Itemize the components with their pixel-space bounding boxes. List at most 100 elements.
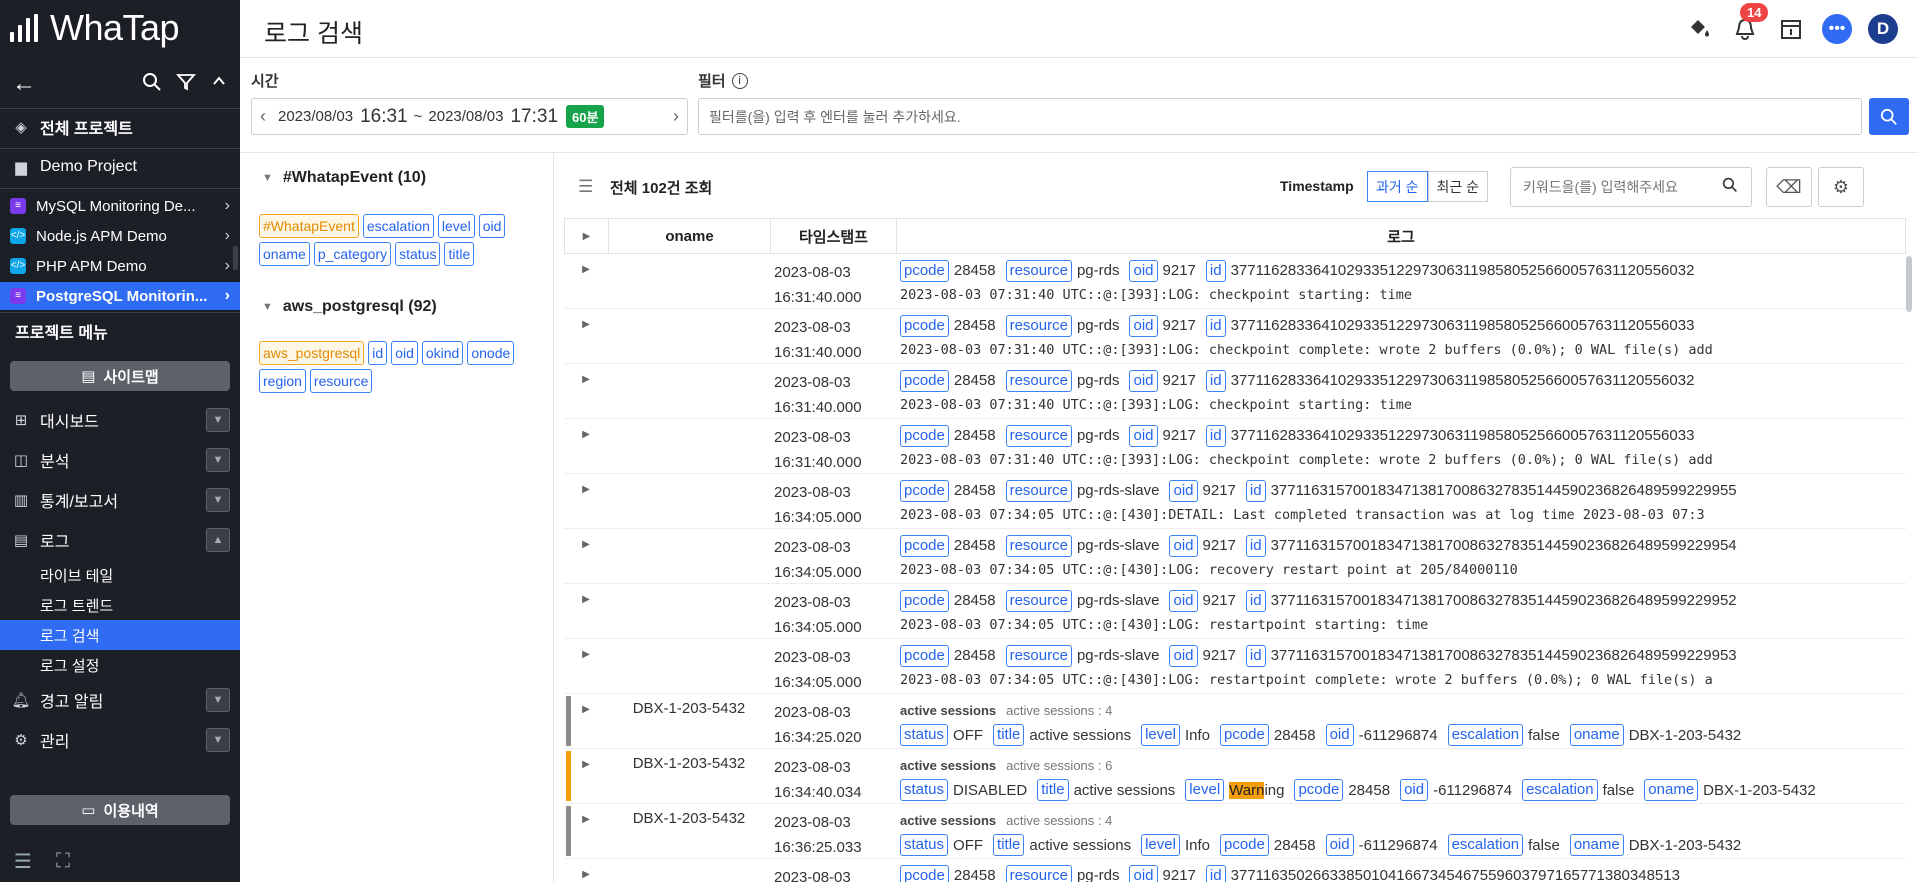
search-button[interactable]: [1869, 98, 1909, 135]
field-group-header[interactable]: ▼ #WhatapEvent (10): [262, 169, 426, 187]
submenu-log-search[interactable]: 로그 검색: [0, 620, 240, 650]
field-tag[interactable]: id: [1205, 314, 1226, 337]
table-row[interactable]: ▶ DBX-1-203-5432 2023-08-03 16:36:25.033 act…: [564, 804, 1906, 859]
field-tag[interactable]: resource: [1005, 369, 1072, 392]
field-chip[interactable]: onode: [467, 341, 515, 365]
field-tag[interactable]: resource: [1005, 479, 1072, 502]
menu-log[interactable]: ▤ 로그 ▲: [0, 526, 240, 554]
expand-row-icon[interactable]: ▶: [564, 419, 608, 473]
field-tag[interactable]: pcode: [900, 644, 949, 667]
table-row[interactable]: ▶ 2023-08-03 16:34:05.000 pcode 28458 resourc…: [564, 639, 1906, 694]
field-tag[interactable]: resource: [1005, 644, 1072, 667]
field-tag[interactable]: oid: [1400, 779, 1429, 801]
project-item-postgresql[interactable]: ≡ PostgreSQL Monitorin... ›: [0, 282, 240, 310]
field-tag[interactable]: resource: [1005, 314, 1072, 337]
field-tag[interactable]: id: [1245, 479, 1266, 502]
field-chip[interactable]: region: [259, 369, 306, 393]
back-arrow-icon[interactable]: ←: [12, 70, 36, 98]
collapse-up-icon[interactable]: [210, 72, 228, 97]
expand-row-icon[interactable]: ▶: [564, 529, 608, 583]
field-tag[interactable]: pcode: [900, 424, 949, 447]
field-tag[interactable]: level: [1141, 724, 1180, 746]
field-tag[interactable]: title: [993, 834, 1025, 856]
menu-stats-report[interactable]: ▥ 통계/보고서 ▼: [0, 486, 240, 514]
table-row[interactable]: ▶ 2023-08-03 16:34:05.000 pcode 28458 resourc…: [564, 584, 1906, 639]
field-tag[interactable]: pcode: [1219, 834, 1269, 856]
field-tag[interactable]: resource: [1005, 534, 1072, 557]
field-tag[interactable]: title: [993, 724, 1025, 746]
field-chip[interactable]: oid: [478, 214, 506, 238]
project-item-mysql[interactable]: ≡ MySQL Monitoring De... ›: [0, 193, 240, 219]
field-chip[interactable]: p_category: [313, 242, 392, 266]
field-tag[interactable]: pcode: [1219, 724, 1269, 746]
search-icon[interactable]: [142, 72, 162, 97]
field-tag[interactable]: pcode: [900, 259, 949, 282]
table-row[interactable]: ▶ 2023-08-03 16:31:40.000 pcode 28458 resourc…: [564, 254, 1906, 309]
field-tag[interactable]: pcode: [900, 369, 949, 392]
field-chip[interactable]: resource: [309, 369, 373, 393]
table-row[interactable]: ▶ 2023-08-03 16:31:40.000 pcode 28458 resourc…: [564, 309, 1906, 364]
notification-bell-icon[interactable]: 14: [1730, 3, 1769, 44]
search-icon[interactable]: [1722, 177, 1738, 198]
field-tag[interactable]: oid: [1325, 724, 1354, 746]
info-icon[interactable]: i: [731, 72, 748, 89]
field-tag[interactable]: status: [900, 724, 949, 746]
field-tag[interactable]: id: [1205, 369, 1226, 392]
settings-button[interactable]: ⚙: [1818, 167, 1864, 207]
field-tag[interactable]: pcode: [900, 864, 949, 882]
field-tag[interactable]: resource: [1005, 864, 1072, 882]
field-chip[interactable]: okind: [421, 341, 464, 365]
field-chip[interactable]: id: [368, 341, 388, 365]
table-row[interactable]: ▶ 2023-08-03 16:34:05.000 pcode 28458 resourc…: [564, 474, 1906, 529]
field-tag[interactable]: resource: [1005, 589, 1072, 612]
sort-past-button[interactable]: 과거 순: [1367, 171, 1428, 202]
keyword-search-input[interactable]: [1510, 167, 1752, 207]
sidebar-all-projects[interactable]: ◈ 전체 프로젝트: [0, 112, 240, 142]
expand-icon[interactable]: ▼: [206, 488, 230, 512]
field-chip[interactable]: #WhatapEvent: [259, 214, 359, 238]
time-range-picker[interactable]: ‹ 2023/08/03 16:31 ~ 2023/08/03 17:31 60…: [251, 98, 688, 135]
table-row[interactable]: ▶ DBX-1-203-5432 2023-08-03 16:34:40.034 act…: [564, 749, 1906, 804]
field-tag[interactable]: id: [1245, 534, 1266, 557]
usage-button[interactable]: ▭ 이용내역: [10, 795, 230, 825]
paint-bucket-icon[interactable]: [1684, 14, 1714, 44]
expand-icon[interactable]: ▼: [206, 688, 230, 712]
expand-icon[interactable]: ▼: [206, 448, 230, 472]
expand-icon[interactable]: ▼: [206, 408, 230, 432]
expand-row-icon[interactable]: ▶: [564, 804, 608, 858]
brand-logo[interactable]: WhaTap: [10, 7, 180, 48]
field-tag[interactable]: resource: [1005, 424, 1072, 447]
table-scrollbar[interactable]: [1906, 256, 1912, 312]
field-tag[interactable]: title: [1037, 779, 1069, 801]
filter-icon[interactable]: [176, 72, 196, 97]
prev-time-icon[interactable]: ‹: [260, 106, 266, 127]
field-tag[interactable]: oid: [1169, 644, 1198, 667]
field-chip[interactable]: oid: [391, 341, 418, 365]
field-tag[interactable]: resource: [1005, 259, 1072, 282]
sidebar-scrollbar[interactable]: [233, 246, 238, 270]
column-header-timestamp[interactable]: 타임스탬프: [771, 219, 897, 253]
list-indent-icon[interactable]: ☰: [578, 177, 593, 197]
duration-badge[interactable]: 60분: [566, 105, 605, 128]
field-group-header[interactable]: ▼ aws_postgresql (92): [262, 298, 437, 316]
expand-row-icon[interactable]: ▶: [564, 364, 608, 418]
calendar-info-icon[interactable]: [1776, 14, 1806, 44]
field-tag[interactable]: id: [1205, 864, 1226, 882]
fullscreen-icon[interactable]: ⛶: [56, 850, 70, 873]
table-row[interactable]: ▶ 2023-08-03 pcode 28458 resource pg-rds oid 92…: [564, 859, 1906, 882]
expand-row-icon[interactable]: ▶: [564, 639, 608, 693]
field-tag[interactable]: escalation: [1447, 724, 1524, 746]
field-tag[interactable]: level: [1185, 779, 1225, 801]
field-chip[interactable]: oname: [259, 242, 310, 266]
field-tag[interactable]: oname: [1644, 779, 1699, 801]
field-tag[interactable]: pcode: [900, 589, 949, 612]
expand-all-icon[interactable]: ▶: [565, 219, 609, 253]
submenu-live-tail[interactable]: 라이브 테일: [0, 560, 240, 590]
field-tag[interactable]: oid: [1169, 479, 1198, 502]
expand-row-icon[interactable]: ▶: [564, 584, 608, 638]
expand-row-icon[interactable]: ▶: [564, 749, 608, 803]
table-row[interactable]: ▶ 2023-08-03 16:34:05.000 pcode 28458 resourc…: [564, 529, 1906, 584]
project-item-nodejs[interactable]: </> Node.js APM Demo ›: [0, 223, 240, 249]
filter-input[interactable]: [698, 98, 1862, 135]
table-row[interactable]: ▶ DBX-1-203-5432 2023-08-03 16:34:25.020 act…: [564, 694, 1906, 749]
